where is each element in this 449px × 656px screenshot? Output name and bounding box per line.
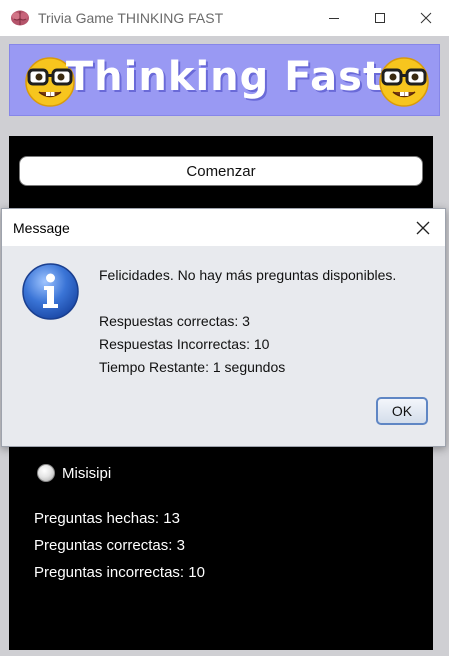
dialog-time-remaining: Tiempo Restante: 1 segundos (99, 359, 286, 375)
dialog-title: Message (13, 220, 70, 236)
close-icon (416, 221, 430, 235)
message-dialog: Message Felicidades. No hay más pregunta… (1, 208, 446, 447)
window-title: Trivia Game THINKING FAST (38, 10, 224, 26)
radio-button[interactable] (37, 464, 55, 482)
nerd-face-emoji-icon (376, 53, 432, 109)
maximize-icon (375, 13, 385, 23)
questions-asked-label: Preguntas hechas: 13 (34, 510, 180, 527)
answer-option-label: Misisipi (62, 464, 112, 482)
dialog-correct-answers: Respuestas correctas: 3 (99, 313, 250, 329)
banner: Thinking Fast (9, 44, 440, 116)
dialog-message: Felicidades. No hay más preguntas dispon… (99, 267, 397, 283)
banner-title: Thinking Fast (65, 54, 384, 100)
dialog-titlebar: Message (2, 209, 445, 246)
maximize-button[interactable] (357, 0, 403, 36)
window-titlebar: Trivia Game THINKING FAST (0, 0, 449, 36)
questions-correct-label: Preguntas correctas: 3 (34, 537, 185, 554)
minimize-button[interactable] (311, 0, 357, 36)
minimize-icon (329, 18, 339, 19)
dialog-close-button[interactable] (410, 215, 436, 241)
ok-button[interactable]: OK (376, 397, 428, 425)
close-icon (420, 12, 432, 24)
questions-incorrect-label: Preguntas incorrectas: 10 (34, 564, 205, 581)
close-window-button[interactable] (403, 0, 449, 36)
info-icon (21, 262, 80, 321)
answer-option[interactable]: Misisipi (37, 464, 111, 482)
brain-icon (10, 9, 30, 27)
start-button[interactable]: Comenzar (19, 156, 423, 186)
dialog-incorrect-answers: Respuestas Incorrectas: 10 (99, 336, 270, 352)
